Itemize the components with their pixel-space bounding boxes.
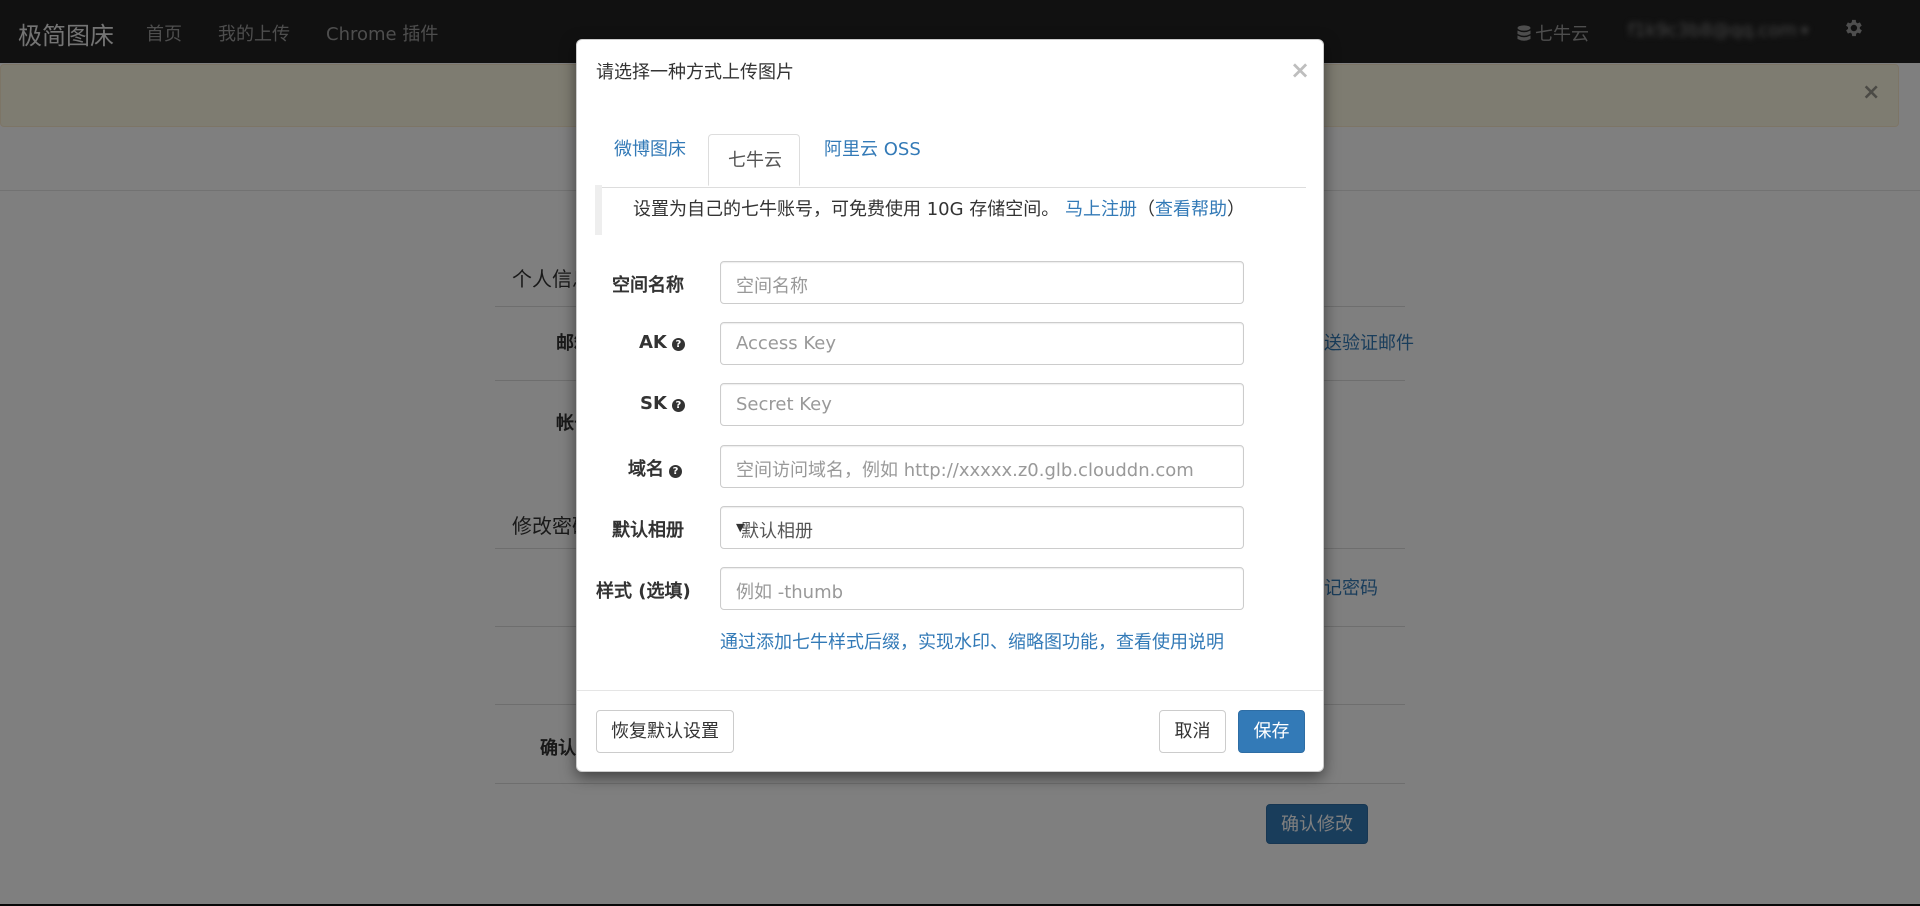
secret-key-input[interactable]: Secret Key — [720, 383, 1244, 426]
note-body: 设置为自己的七牛账号，可免费使用 10G 存储空间。 — [633, 199, 1060, 220]
tab-aliyun-oss[interactable]: 阿里云 OSS — [824, 135, 921, 161]
question-circle-icon[interactable]: ? — [671, 338, 685, 351]
secret-key-placeholder: Secret Key — [736, 394, 832, 415]
style-help-link[interactable]: 通过添加七牛样式后缀，实现水印、缩略图功能，查看使用说明 — [720, 628, 1224, 654]
bucket-input[interactable]: 空间名称 — [720, 261, 1244, 304]
sk-label: SK? — [640, 393, 685, 414]
paren-open: （ — [1137, 199, 1156, 220]
modal-title: 请选择一种方式上传图片 — [596, 62, 794, 83]
ak-label-text: AK — [639, 332, 667, 353]
domain-label: 域名? — [628, 455, 682, 481]
question-circle-icon[interactable]: ? — [669, 465, 682, 478]
domain-placeholder: 空间访问域名，例如 http://xxxxx.z0.glb.clouddn.co… — [736, 460, 1194, 481]
domain-input[interactable]: 空间访问域名，例如 http://xxxxx.z0.glb.clouddn.co… — [720, 445, 1244, 488]
bucket-label: 空间名称 — [612, 275, 684, 296]
question-circle-icon[interactable]: ? — [671, 399, 685, 412]
cancel-button[interactable]: 取消 — [1159, 710, 1226, 753]
style-placeholder: 例如 -thumb — [736, 582, 844, 603]
tab-weibo[interactable]: 微博图床 — [614, 135, 686, 161]
modal-footer-divider — [577, 690, 1323, 691]
access-key-placeholder: Access Key — [736, 333, 836, 354]
domain-label-text: 域名 — [628, 459, 664, 480]
upload-method-tabs: 微博图床 七牛云 阿里云 OSS — [595, 95, 1306, 188]
close-icon[interactable]: × — [1290, 56, 1310, 84]
paren-close: ） — [1227, 199, 1246, 220]
chevron-down-icon: ▼ — [736, 521, 745, 534]
sk-label-text: SK — [640, 393, 667, 414]
tab-qiniu-label: 七牛云 — [728, 150, 782, 171]
help-link[interactable]: 查看帮助 — [1155, 199, 1227, 220]
register-link[interactable]: 马上注册 — [1065, 199, 1137, 220]
style-label: 样式 (选填) — [596, 581, 691, 602]
bucket-placeholder: 空间名称 — [736, 276, 808, 297]
tab-qiniu[interactable]: 七牛云 — [708, 134, 800, 186]
note-text: 设置为自己的七牛账号，可免费使用 10G 存储空间。 马上注册（查看帮助） — [633, 195, 1245, 221]
album-select[interactable]: 默认相册 ▼ — [720, 506, 1244, 549]
qiniu-info-note: 设置为自己的七牛账号，可免费使用 10G 存储空间。 马上注册（查看帮助） — [595, 185, 1306, 235]
access-key-input[interactable]: Access Key — [720, 322, 1244, 365]
style-input[interactable]: 例如 -thumb — [720, 567, 1244, 610]
upload-settings-modal: 请选择一种方式上传图片 × 微博图床 七牛云 阿里云 OSS 设置为自己的七牛账… — [576, 39, 1324, 772]
ak-label: AK? — [639, 332, 685, 353]
save-button[interactable]: 保存 — [1238, 710, 1305, 753]
reset-defaults-button[interactable]: 恢复默认设置 — [596, 710, 734, 753]
album-label: 默认相册 — [612, 520, 684, 541]
